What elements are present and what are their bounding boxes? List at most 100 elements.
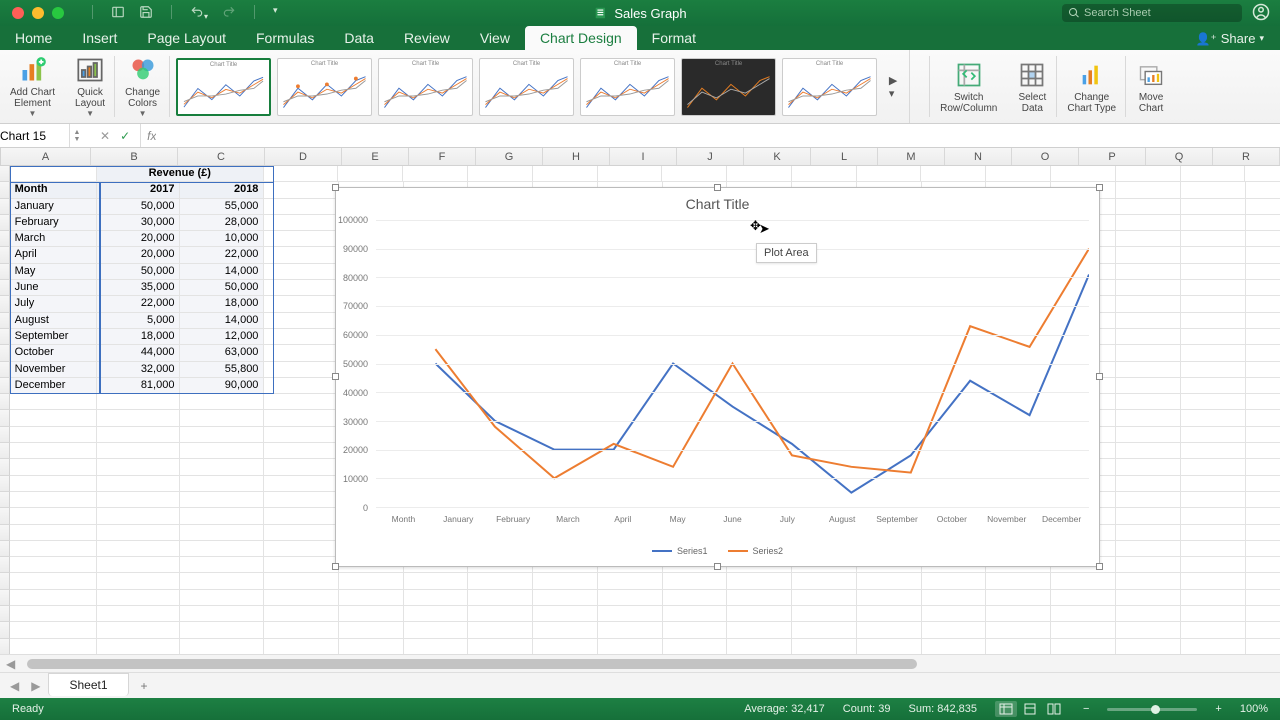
cell[interactable] [533,606,598,622]
cell[interactable] [1116,362,1181,378]
cell[interactable] [264,525,338,541]
cell[interactable] [10,590,97,606]
cell[interactable] [1246,313,1280,329]
cell[interactable] [1246,394,1280,410]
cell[interactable] [727,166,792,182]
cell[interactable] [10,394,97,410]
resize-handle[interactable] [1096,184,1103,191]
cell[interactable] [180,557,264,573]
row-header[interactable] [0,296,10,312]
tab-page-layout[interactable]: Page Layout [132,26,241,50]
row-header[interactable] [0,590,10,606]
cell[interactable] [922,622,987,638]
add-sheet-button[interactable]: + [133,675,156,697]
row-header[interactable] [0,313,10,329]
cell[interactable] [1246,573,1280,589]
cell[interactable] [1116,622,1181,638]
tab-view[interactable]: View [465,26,525,50]
cell[interactable] [1246,459,1280,475]
cell[interactable] [180,459,264,475]
sheet-tab-sheet1[interactable]: Sheet1 [48,673,128,696]
resize-handle[interactable] [332,563,339,570]
confirm-formula-icon[interactable]: ✓ [120,129,130,143]
row-header[interactable] [0,557,10,573]
tab-insert[interactable]: Insert [67,26,132,50]
cell[interactable]: 81,000 [97,378,181,394]
column-header-Q[interactable]: Q [1146,148,1213,165]
chart-style-thumb[interactable]: Chart Title [378,58,473,116]
cell[interactable]: 18,000 [180,296,264,312]
cell[interactable] [986,166,1051,182]
cell[interactable] [1246,639,1280,654]
cell[interactable] [1246,410,1280,426]
cell[interactable] [180,573,264,589]
cell[interactable] [404,573,469,589]
cell[interactable]: Month [10,182,97,198]
tab-data[interactable]: Data [329,26,389,50]
cell[interactable] [180,508,264,524]
cell[interactable] [1246,329,1280,345]
chart-style-thumb[interactable]: Chart Title [176,58,271,116]
cell[interactable] [1181,215,1246,231]
cell[interactable]: July [10,296,97,312]
cell[interactable] [10,427,97,443]
cell[interactable] [264,459,338,475]
cell[interactable]: 2017 [97,182,181,198]
name-box[interactable] [0,124,70,147]
cell[interactable] [1116,492,1181,508]
cell[interactable] [1181,606,1246,622]
chart-legend[interactable]: Series1 Series2 [336,546,1099,556]
column-header-H[interactable]: H [543,148,610,165]
cell[interactable] [264,264,338,280]
cell[interactable] [1246,296,1280,312]
cell[interactable] [1116,182,1181,198]
cell[interactable] [264,606,338,622]
cell[interactable] [792,622,857,638]
cell[interactable] [792,573,857,589]
cell[interactable] [1181,557,1246,573]
cell[interactable] [986,622,1051,638]
cell[interactable] [1051,573,1116,589]
cell[interactable]: 44,000 [97,345,181,361]
view-normal-icon[interactable] [995,701,1017,717]
cell[interactable]: September [10,329,97,345]
cell[interactable] [180,541,264,557]
cell[interactable] [338,166,403,182]
redo-icon[interactable] [222,5,236,22]
cell[interactable] [598,606,663,622]
cell[interactable] [921,166,986,182]
cell[interactable] [1116,264,1181,280]
cell[interactable] [10,443,97,459]
cell[interactable] [1181,410,1246,426]
cell[interactable] [598,590,663,606]
cell[interactable] [10,639,97,654]
row-header[interactable] [0,492,10,508]
cell[interactable]: August [10,313,97,329]
cell[interactable] [1246,508,1280,524]
cell[interactable] [264,296,338,312]
cell[interactable] [10,166,97,182]
cell[interactable] [1116,280,1181,296]
cell[interactable] [1246,280,1280,296]
quick-layout-button[interactable]: Quick Layout ▼ [65,50,115,123]
switch-row-column-button[interactable]: Switch Row/Column [930,50,1007,123]
cell[interactable]: 50,000 [97,264,181,280]
cell[interactable] [468,639,533,654]
cell[interactable] [1246,525,1280,541]
cell[interactable] [264,443,338,459]
column-header-D[interactable]: D [265,148,342,165]
cell[interactable] [1116,541,1181,557]
tab-chart-design[interactable]: Chart Design [525,26,637,50]
cell[interactable] [264,410,338,426]
cell[interactable] [1116,231,1181,247]
row-header[interactable] [0,231,10,247]
cell[interactable] [663,590,728,606]
cell[interactable]: 20,000 [97,247,181,263]
column-header-N[interactable]: N [945,148,1012,165]
cell[interactable] [1116,313,1181,329]
cell[interactable] [1246,345,1280,361]
cell[interactable]: March [10,231,97,247]
cell[interactable]: 90,000 [180,378,264,394]
row-header[interactable] [0,247,10,263]
cell[interactable] [10,541,97,557]
